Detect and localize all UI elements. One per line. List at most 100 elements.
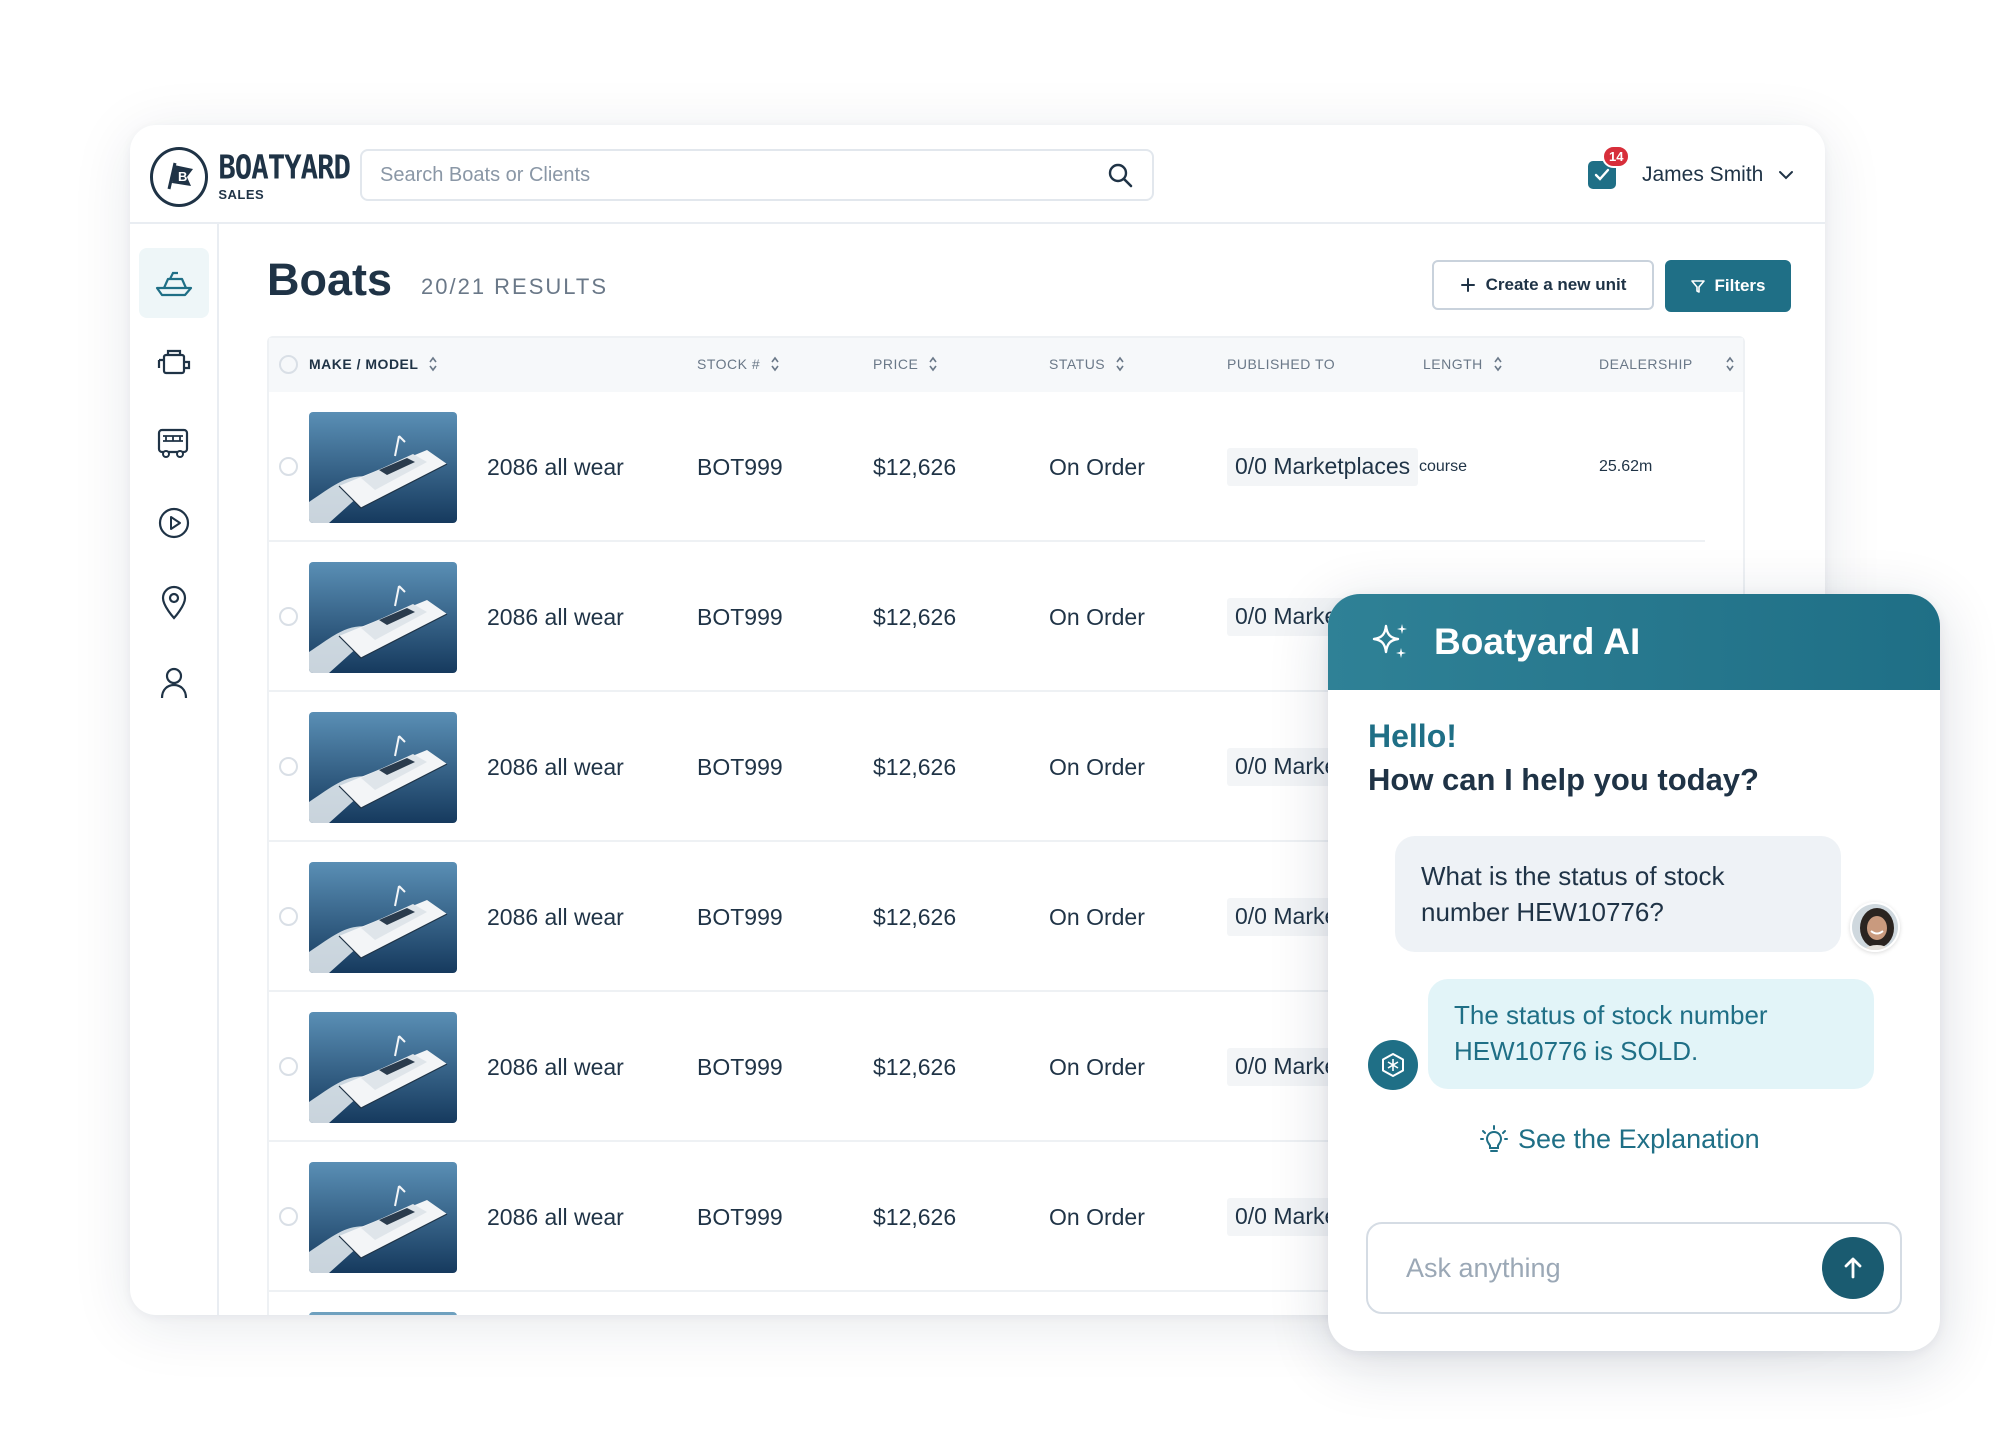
- boat-photo: [309, 562, 457, 673]
- header-stock[interactable]: STOCK #: [697, 356, 780, 372]
- user-avatar: [1850, 902, 1900, 952]
- create-unit-button[interactable]: Create a new unit: [1432, 260, 1654, 310]
- search-icon[interactable]: [1106, 161, 1134, 189]
- top-bar: B BOATYARD SALES Search Boats or Clients…: [130, 125, 1825, 224]
- sidebar-item-locations[interactable]: [139, 568, 209, 638]
- chevron-down-icon[interactable]: [1777, 166, 1795, 184]
- engine-icon: [157, 349, 191, 375]
- row-select-radio[interactable]: [279, 1057, 298, 1076]
- ai-header: Boatyard AI: [1328, 594, 1940, 690]
- cell-stock: BOT999: [697, 454, 783, 480]
- boat-thumbnail[interactable]: [309, 862, 457, 973]
- header-published-to[interactable]: PUBLISHED TO: [1227, 356, 1335, 372]
- user-icon: [160, 667, 188, 699]
- sidebar-item-media[interactable]: [139, 488, 209, 558]
- header-dealership[interactable]: DEALERSHIP: [1599, 356, 1735, 372]
- header-make-model[interactable]: MAKE / MODEL: [309, 356, 438, 372]
- sort-icon: [1116, 356, 1124, 372]
- cell-model[interactable]: 2086 all wear: [487, 754, 624, 781]
- cell-price: $12,626: [873, 604, 957, 630]
- filters-button[interactable]: Filters: [1665, 260, 1791, 312]
- see-explanation-link[interactable]: See the Explanation: [1480, 1124, 1760, 1155]
- stage: B BOATYARD SALES Search Boats or Clients…: [0, 0, 2000, 1447]
- select-all-radio[interactable]: [279, 355, 298, 374]
- cell-stock: BOT999: [697, 754, 783, 780]
- user-name[interactable]: James Smith: [1642, 163, 1763, 187]
- ai-prompt: How can I help you today?: [1368, 762, 1759, 797]
- ai-avatar: [1368, 1040, 1418, 1090]
- page-title: Boats: [267, 254, 393, 305]
- cell-published[interactable]: 0/0 Marketplaces: [1227, 448, 1419, 486]
- row-select-radio[interactable]: [279, 757, 298, 776]
- cell-model[interactable]: 2086 all wear: [487, 904, 624, 931]
- header-status[interactable]: STATUS: [1049, 356, 1125, 372]
- boat-photo: [309, 1162, 457, 1273]
- cell-status: On Order: [1049, 1204, 1145, 1230]
- cell-model[interactable]: 2086 all wear: [487, 604, 624, 631]
- filters-label: Filters: [1714, 276, 1766, 295]
- user-menu[interactable]: 14 James Smith: [1588, 145, 1795, 199]
- sort-icon: [929, 356, 937, 372]
- user-message-bubble: What is the status of stock number HEW10…: [1395, 836, 1841, 952]
- logo[interactable]: B BOATYARD SALES: [150, 145, 351, 209]
- send-button[interactable]: [1822, 1237, 1884, 1299]
- sidebar-item-rvs[interactable]: [139, 408, 209, 478]
- cell-model[interactable]: 2086 all wear: [487, 1054, 624, 1081]
- logo-flag-icon: B: [150, 147, 209, 207]
- cell-price: $12,626: [873, 454, 957, 480]
- svg-text:B: B: [178, 169, 187, 184]
- play-icon: [158, 507, 190, 539]
- search-box: [360, 149, 1154, 201]
- cell-stock: BOT999: [697, 1204, 783, 1230]
- sort-icon: [771, 356, 779, 372]
- cell-status: On Order: [1049, 754, 1145, 780]
- boat-photo: [309, 1012, 457, 1123]
- boat-icon: [155, 271, 193, 297]
- plus-icon: [1460, 278, 1475, 292]
- table-row-partial: [309, 1312, 457, 1315]
- search-input[interactable]: [380, 163, 1106, 187]
- cell-model[interactable]: 2086 all wear: [487, 1204, 624, 1231]
- boat-thumbnail[interactable]: [309, 1162, 457, 1273]
- cell-stock: BOT999: [697, 604, 783, 630]
- cell-status: On Order: [1049, 1054, 1145, 1080]
- sort-icon: [1726, 356, 1734, 372]
- cell-price: $12,626: [873, 904, 957, 930]
- sidebar-item-boats[interactable]: [139, 248, 209, 318]
- boat-thumbnail[interactable]: [309, 412, 457, 523]
- boat-thumbnail[interactable]: [309, 712, 457, 823]
- arrow-up-icon: [1844, 1257, 1862, 1279]
- ai-title: Boatyard AI: [1434, 621, 1641, 662]
- sort-icon: [1494, 356, 1502, 372]
- cell-price: $12,626: [873, 754, 957, 780]
- row-select-radio[interactable]: [279, 907, 298, 926]
- filter-icon: [1691, 280, 1706, 293]
- sidebar-item-engines[interactable]: [139, 328, 209, 398]
- ask-input[interactable]: [1406, 1252, 1822, 1284]
- logo-name: BOATYARD: [218, 147, 351, 187]
- boat-thumbnail[interactable]: [309, 1012, 457, 1123]
- notification-badge: 14: [1602, 145, 1631, 168]
- table-header: MAKE / MODEL STOCK # PRICE STATUS PUBLIS…: [269, 338, 1743, 392]
- ai-logo-icon: [1382, 1053, 1404, 1077]
- boat-photo: [309, 712, 457, 823]
- notification-button[interactable]: 14: [1588, 145, 1631, 189]
- sparkle-icon: [1372, 624, 1407, 658]
- sidebar-item-users[interactable]: [139, 648, 209, 718]
- header-price[interactable]: PRICE: [873, 356, 938, 372]
- cell-model[interactable]: 2086 all wear: [487, 454, 624, 481]
- cell-status: On Order: [1049, 454, 1145, 480]
- header-length[interactable]: LENGTH: [1423, 356, 1503, 372]
- boat-thumbnail[interactable]: [309, 562, 457, 673]
- row-select-radio[interactable]: [279, 457, 298, 476]
- table-row[interactable]: 2086 all wear BOT999 $12,626 On Order 0/0 Ma…: [269, 392, 1705, 542]
- row-select-radio[interactable]: [279, 1207, 298, 1226]
- ai-message-bubble: The status of stock number HEW10776 is S…: [1428, 979, 1874, 1089]
- rv-icon: [157, 428, 189, 458]
- row-select-radio[interactable]: [279, 607, 298, 626]
- see-explanation-label: See the Explanation: [1518, 1124, 1760, 1154]
- cell-status: On Order: [1049, 604, 1145, 630]
- cell-price: $12,626: [873, 1054, 957, 1080]
- location-icon: [161, 585, 187, 620]
- logo-sub: SALES: [218, 187, 265, 202]
